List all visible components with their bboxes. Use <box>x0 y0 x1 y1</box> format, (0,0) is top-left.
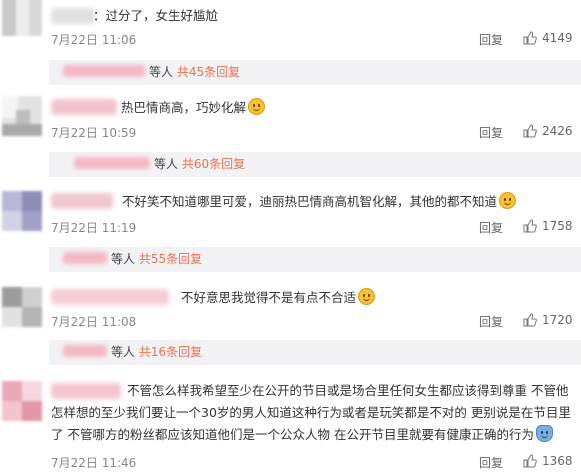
avatar[interactable] <box>2 381 42 421</box>
comment-time: 7月22日 11:46 <box>51 456 137 470</box>
thumbs-up-icon[interactable] <box>523 454 537 468</box>
thumbs-up-icon[interactable] <box>523 31 537 45</box>
comment-text: 不管怎么样我希望至少在公开的节目或是场合里任何女生都应该得到尊重 不管他怎样想的… <box>51 380 578 446</box>
reply-button[interactable]: 回复 <box>479 31 503 48</box>
sub-replies-summary[interactable]: 等人 共16条回复 <box>63 344 202 361</box>
sub-reply-users <box>63 65 145 77</box>
smile-emoji <box>358 288 376 305</box>
sub-reply-people: 等人 <box>154 157 179 171</box>
comment-item: 热巴情商高，巧妙化解 7月22日 10:59 回复 2426 <box>0 93 581 148</box>
sub-replies-summary[interactable]: 等人 共45条回复 <box>63 64 240 81</box>
comment-time: 7月22日 10:59 <box>51 126 137 140</box>
comment-time: 7月22日 11:06 <box>51 33 137 47</box>
sub-reply-people: 等人 <box>149 65 174 79</box>
comment-time: 7月22日 11:08 <box>51 315 137 329</box>
comment-item: 不好意思我觉得不是有点不合适 7月22日 11:08 回复 1720 <box>0 284 581 339</box>
bag-emoji <box>535 425 553 442</box>
sub-reply-users <box>63 252 107 264</box>
smile-emoji <box>248 98 266 115</box>
comment-text: 不好笑不知道哪里可爱，迪丽热巴情商高机智化解，其他的都不知道 <box>122 191 517 213</box>
sub-replies[interactable]: 等人 共55条回复 <box>49 247 581 272</box>
avatar[interactable] <box>2 191 42 231</box>
username[interactable] <box>51 193 113 209</box>
sub-reply-count[interactable]: 共45条回复 <box>177 65 240 79</box>
comment-text-body: 不好意思我觉得不是有点不合适 <box>181 290 357 305</box>
smile-emoji <box>499 192 517 209</box>
comment-text-body: 不好笑不知道哪里可爱，迪丽热巴情商高机智化解，其他的都不知道 <box>122 194 498 209</box>
sub-reply-users <box>74 157 150 169</box>
sub-replies[interactable]: 等人 共60条回复 <box>49 152 581 177</box>
sub-reply-people: 等人 <box>111 252 136 266</box>
reply-button[interactable]: 回复 <box>479 124 503 141</box>
comment-time: 7月22日 11:19 <box>51 221 137 235</box>
sub-reply-count[interactable]: 共55条回复 <box>139 252 202 266</box>
avatar[interactable] <box>2 0 42 36</box>
comment-text-body: 不管怎么样我希望至少在公开的节目或是场合里任何女生都应该得到尊重 不管他怎样想的… <box>51 383 571 442</box>
comment-text: ：过分了，女生好尴尬 <box>93 5 218 27</box>
sub-replies-summary[interactable]: 等人 共55条回复 <box>63 251 202 268</box>
avatar[interactable] <box>2 96 42 136</box>
reply-button[interactable]: 回复 <box>479 454 503 471</box>
reply-button[interactable]: 回复 <box>479 219 503 236</box>
comment-item: ：过分了，女生好尴尬 7月22日 11:06 回复 4149 <box>0 0 581 62</box>
like-count: 4149 <box>542 31 573 45</box>
like-count: 1368 <box>542 454 573 468</box>
thumbs-up-icon[interactable] <box>523 124 537 138</box>
comment-text: 热巴情商高，巧妙化解 <box>121 97 266 119</box>
sub-reply-people: 等人 <box>111 345 136 359</box>
sub-reply-users <box>63 345 107 357</box>
sub-reply-count[interactable]: 共60条回复 <box>182 157 245 171</box>
sub-reply-count[interactable]: 共16条回复 <box>139 345 202 359</box>
sub-replies[interactable]: 等人 共16条回复 <box>49 340 581 365</box>
sub-replies-summary[interactable]: 等人 共60条回复 <box>74 156 245 173</box>
like-count: 1720 <box>542 313 573 327</box>
thumbs-up-icon[interactable] <box>523 219 537 233</box>
username[interactable] <box>51 8 95 24</box>
thumbs-up-icon[interactable] <box>523 313 537 327</box>
username[interactable] <box>51 99 117 115</box>
reply-button[interactable]: 回复 <box>479 313 503 330</box>
comment-text-body: ：过分了，女生好尴尬 <box>93 8 219 23</box>
comment-text-body: 热巴情商高，巧妙化解 <box>121 100 247 115</box>
sub-replies[interactable]: 等人 共45条回复 <box>49 60 581 85</box>
like-count: 2426 <box>542 124 573 138</box>
comment-item: 不管怎么样我希望至少在公开的节目或是场合里任何女生都应该得到尊重 不管他怎样想的… <box>0 378 581 475</box>
avatar[interactable] <box>2 287 42 327</box>
comment-text: 不好意思我觉得不是有点不合适 <box>181 287 376 309</box>
username[interactable] <box>51 289 169 305</box>
like-count: 1758 <box>542 219 573 233</box>
comment-item: 不好笑不知道哪里可爱，迪丽热巴情商高机智化解，其他的都不知道 7月22日 11:… <box>0 188 581 243</box>
